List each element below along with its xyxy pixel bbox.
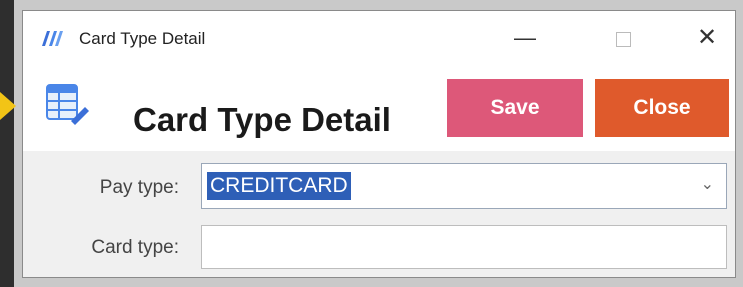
minimize-button[interactable]: — bbox=[509, 23, 541, 55]
detail-form: Pay type: CREDITCARD ⌄ Card type: bbox=[23, 151, 735, 277]
maximize-button[interactable] bbox=[607, 23, 639, 55]
detail-header: Card Type Detail Save Close bbox=[23, 67, 735, 151]
window-title: Card Type Detail bbox=[79, 29, 206, 48]
background-window-edge bbox=[0, 0, 14, 287]
card-type-label: Card type: bbox=[91, 237, 179, 258]
app-logo-icon bbox=[42, 31, 63, 46]
card-type-input[interactable] bbox=[201, 225, 727, 269]
pay-type-selected-value: CREDITCARD bbox=[207, 172, 351, 200]
table-edit-icon bbox=[46, 84, 89, 125]
pay-type-label: Pay type: bbox=[99, 177, 179, 198]
title-bar[interactable]: Card Type Detail — ✕ bbox=[23, 11, 735, 63]
yellow-arrow-marker bbox=[0, 92, 16, 120]
pay-type-select[interactable]: CREDITCARD ⌄ bbox=[201, 163, 727, 209]
maximize-icon bbox=[615, 32, 631, 47]
save-button[interactable]: Save bbox=[447, 79, 583, 137]
card-type-detail-window: Card Type Detail — ✕ Card Type Detail Sa… bbox=[22, 10, 736, 278]
chevron-down-icon[interactable]: ⌄ bbox=[701, 174, 714, 194]
close-button[interactable]: Close bbox=[595, 79, 729, 137]
page-title: Card Type Detail bbox=[133, 101, 391, 138]
close-window-button[interactable]: ✕ bbox=[691, 23, 723, 55]
